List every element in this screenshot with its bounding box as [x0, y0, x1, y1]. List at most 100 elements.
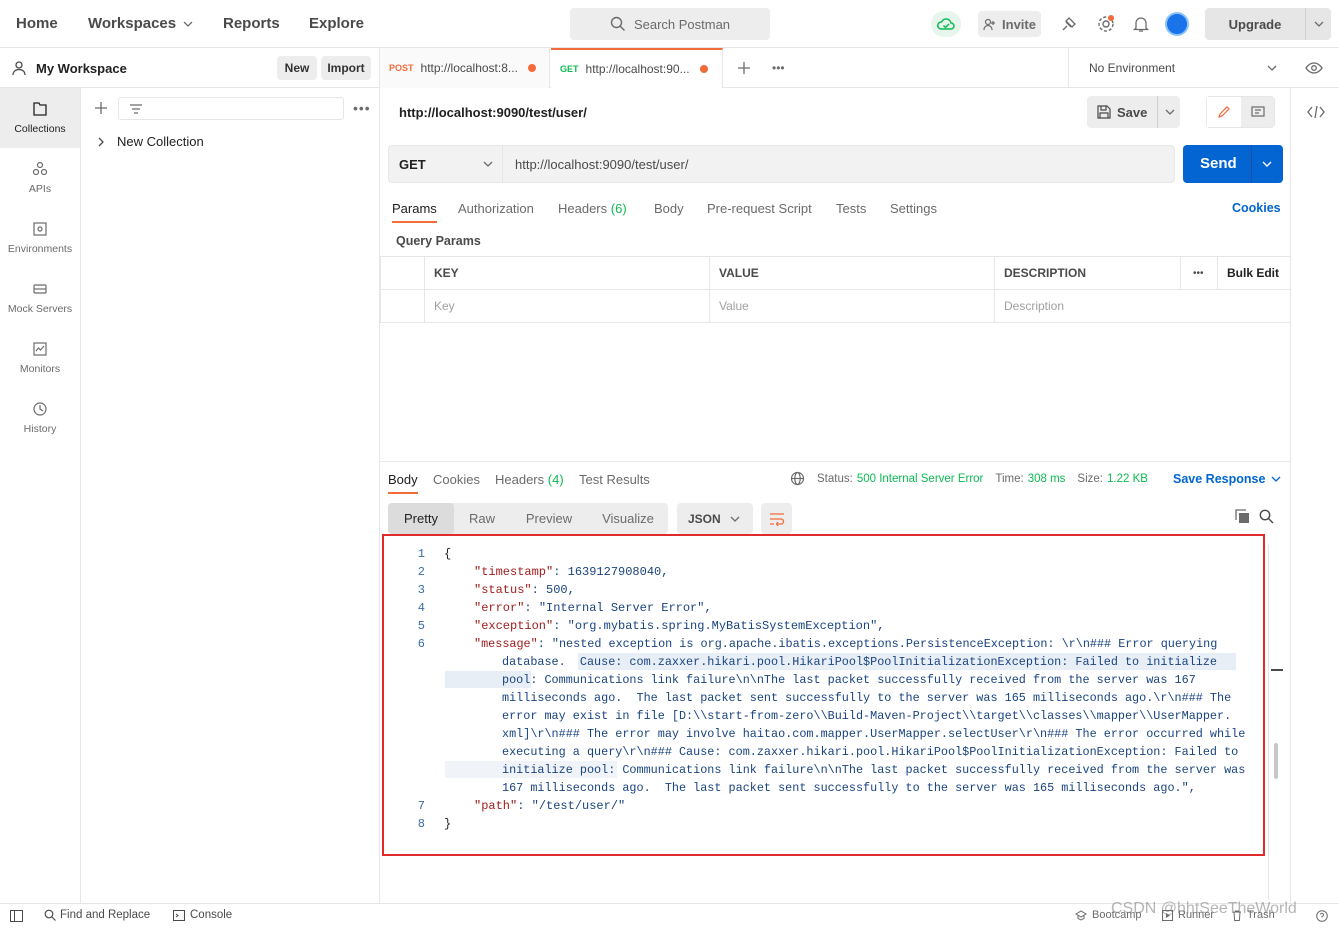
params-description-header: DESCRIPTION: [994, 256, 1181, 290]
tab-settings[interactable]: Settings: [890, 201, 937, 216]
nav-workspaces[interactable]: Workspaces: [88, 15, 193, 32]
comments-icon[interactable]: [1241, 97, 1274, 127]
chevron-down-icon: [1267, 65, 1277, 71]
tab-tests[interactable]: Tests: [836, 201, 866, 216]
tab-params[interactable]: Params: [392, 201, 437, 223]
response-tab-body[interactable]: Body: [388, 472, 418, 494]
top-bar: Home Workspaces Reports Explore Search P…: [0, 0, 1339, 48]
sidebar-toggle-icon[interactable]: [10, 910, 23, 922]
scrollbar-track[interactable]: [1268, 545, 1269, 900]
sidebar-item-label: Monitors: [19, 363, 61, 375]
new-button[interactable]: New: [277, 56, 317, 80]
save-response-button[interactable]: Save Response: [1173, 472, 1281, 486]
edit-comment-toggle: [1206, 96, 1275, 128]
format-label: JSON: [688, 511, 721, 526]
sidebar-item-monitors[interactable]: Monitors: [0, 328, 80, 388]
save-icon: [1097, 105, 1111, 119]
collection-item[interactable]: New Collection: [96, 134, 204, 149]
find-replace-button[interactable]: Find and Replace: [44, 909, 150, 921]
search-bar[interactable]: Search Postman: [570, 8, 770, 40]
method-select[interactable]: GET: [389, 146, 503, 182]
globe-icon[interactable]: [790, 471, 805, 486]
scroll-marker: [1271, 669, 1283, 671]
sidebar-item-history[interactable]: History: [0, 388, 80, 448]
tab-post-request[interactable]: POST http://localhost:8...: [380, 48, 550, 88]
params-more-icon[interactable]: •••: [1180, 256, 1218, 290]
view-raw[interactable]: Raw: [454, 503, 510, 534]
help-icon[interactable]: [1316, 910, 1328, 922]
unsaved-dot-icon: [699, 65, 708, 73]
tab-body[interactable]: Body: [654, 201, 684, 216]
wrap-lines-icon[interactable]: [761, 503, 792, 534]
status-label: Status:: [817, 473, 853, 485]
watermark: CSDN @hhtSeeTheWorld: [1111, 900, 1297, 917]
tab-headers[interactable]: Headers (6): [558, 201, 627, 216]
tab-get-request[interactable]: GET http://localhost:90...: [551, 48, 723, 88]
response-tab-headers[interactable]: Headers (4): [495, 472, 564, 487]
tab-overflow-icon[interactable]: •••: [772, 61, 785, 75]
nav-reports[interactable]: Reports: [223, 15, 280, 32]
workspace-name[interactable]: My Workspace: [36, 61, 127, 76]
more-options-icon[interactable]: •••: [353, 100, 371, 116]
tab-authorization[interactable]: Authorization: [458, 201, 534, 216]
send-button[interactable]: Send: [1183, 145, 1283, 183]
tab-pre-request-script[interactable]: Pre-request Script: [707, 201, 812, 216]
size-label: Size:: [1077, 473, 1103, 485]
eye-icon[interactable]: [1305, 60, 1323, 76]
copy-icon[interactable]: [1235, 509, 1250, 524]
sidebar-item-mock-servers[interactable]: Mock Servers: [0, 268, 80, 328]
upgrade-button[interactable]: Upgrade: [1205, 8, 1331, 40]
url-input[interactable]: http://localhost:9090/test/user/: [515, 157, 688, 172]
sidebar-item-environments[interactable]: Environments: [0, 208, 80, 268]
console-button[interactable]: Console: [173, 909, 232, 921]
plus-icon[interactable]: [94, 101, 108, 115]
mock-servers-icon: [33, 284, 47, 294]
bootcamp-icon: [1075, 909, 1087, 921]
format-select[interactable]: JSON: [677, 503, 753, 534]
import-button[interactable]: Import: [321, 56, 371, 80]
chevron-down-icon: [183, 21, 193, 27]
new-tab-plus-icon[interactable]: [737, 61, 751, 75]
params-key-input[interactable]: Key: [424, 289, 710, 323]
params-value-header: VALUE: [709, 256, 995, 290]
bulk-edit-button[interactable]: Bulk Edit: [1217, 256, 1291, 290]
params-value-input[interactable]: Value: [709, 289, 995, 323]
response-tab-test-results[interactable]: Test Results: [579, 472, 650, 487]
sync-status-icon[interactable]: [931, 11, 961, 37]
response-tab-cookies[interactable]: Cookies: [433, 472, 480, 487]
status-bar: Find and Replace Console Bootcamp Runner…: [0, 900, 1339, 928]
avatar[interactable]: [1165, 12, 1189, 36]
search-icon[interactable]: [1259, 509, 1274, 524]
view-pretty[interactable]: Pretty: [388, 503, 454, 534]
filter-input[interactable]: [118, 97, 344, 120]
environment-selector[interactable]: No Environment: [1068, 48, 1288, 88]
sidebar-item-collections[interactable]: Collections: [0, 88, 80, 148]
invite-button[interactable]: Invite: [978, 11, 1041, 37]
scrollbar-thumb[interactable]: [1274, 743, 1278, 779]
code-snippet-icon[interactable]: [1307, 104, 1325, 120]
upgrade-label: Upgrade: [1228, 16, 1282, 32]
settings-gear-icon[interactable]: [1096, 14, 1116, 34]
params-description-input[interactable]: Description: [994, 289, 1291, 323]
params-header-row: KEY VALUE DESCRIPTION ••• Bulk Edit: [380, 256, 1291, 290]
environment-label: No Environment: [1089, 61, 1176, 75]
unsaved-dot-icon: [527, 64, 536, 72]
nav-home[interactable]: Home: [16, 15, 58, 32]
view-visualize[interactable]: Visualize: [588, 503, 668, 534]
url-bar: GET http://localhost:9090/test/user/: [388, 145, 1175, 183]
search-icon: [610, 16, 625, 31]
chevron-right-icon: [98, 137, 104, 146]
save-button[interactable]: Save: [1087, 96, 1180, 128]
headers-count: (6): [610, 201, 627, 216]
view-preview[interactable]: Preview: [510, 503, 588, 534]
satellite-icon[interactable]: [1060, 15, 1078, 33]
collections-panel: ••• New Collection: [81, 88, 380, 903]
notifications-bell-icon[interactable]: [1132, 15, 1150, 33]
sidebar-item-apis[interactable]: APIs: [0, 148, 80, 208]
right-rail: [1290, 88, 1339, 903]
sidebar-item-label: Environments: [7, 243, 73, 255]
edit-pencil-icon[interactable]: [1207, 97, 1241, 127]
monitors-icon: [33, 342, 47, 356]
nav-explore[interactable]: Explore: [309, 15, 364, 32]
cookies-link[interactable]: Cookies: [1232, 201, 1281, 215]
